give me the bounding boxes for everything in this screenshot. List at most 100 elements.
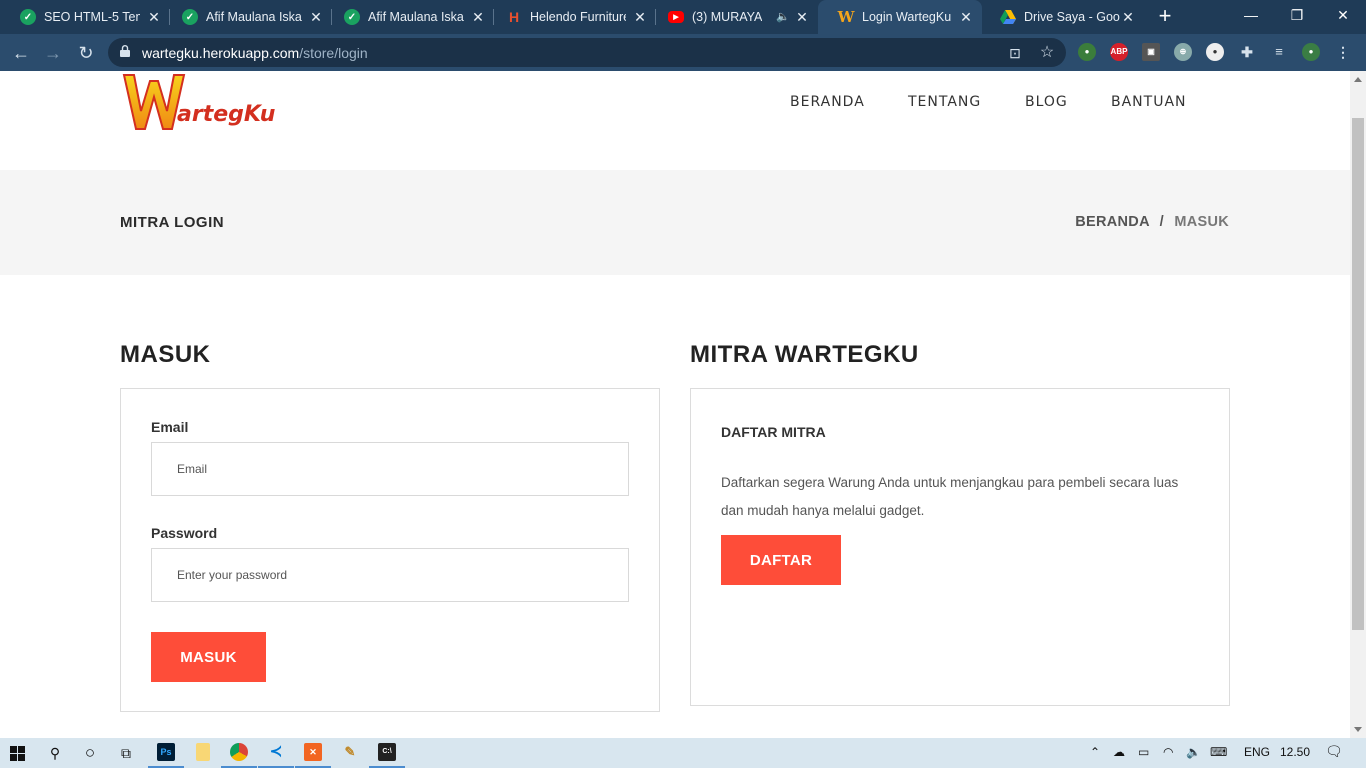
extensions-puzzle-icon[interactable]: ✚ <box>1238 43 1256 61</box>
nav-blog[interactable]: BLOG <box>1025 94 1068 110</box>
xampp-icon[interactable]: ✕ <box>295 743 331 768</box>
language-indicator[interactable]: ENG <box>1244 745 1270 759</box>
password-field[interactable] <box>151 548 629 602</box>
tab-login-wartegku[interactable]: W Login WartegKu ✕ <box>818 0 982 34</box>
battery-icon[interactable]: ▭ <box>1138 745 1149 759</box>
speaker-icon[interactable]: 🔈 <box>776 10 790 23</box>
bookmark-star-icon[interactable]: ☆ <box>1038 44 1056 62</box>
onedrive-cloud-icon[interactable]: ☁ <box>1113 745 1125 759</box>
partner-description-line2: dan mudah hanya melalui gadget. <box>721 503 925 518</box>
close-tab-icon[interactable]: ✕ <box>146 9 162 25</box>
nav-beranda[interactable]: BERANDA <box>790 94 865 110</box>
partner-subheading: DAFTAR MITRA <box>721 424 826 440</box>
chrome-icon[interactable] <box>221 743 257 768</box>
close-tab-icon[interactable]: ✕ <box>632 9 648 25</box>
tab-title: Afif Maulana Iskan <box>206 10 302 24</box>
breadcrumb-separator: / <box>1159 214 1164 230</box>
close-tab-icon[interactable]: ✕ <box>308 9 324 25</box>
volume-icon[interactable]: 🔈 <box>1186 745 1201 759</box>
close-tab-icon[interactable]: ✕ <box>470 9 486 25</box>
page-title: MITRA LOGIN <box>120 214 225 231</box>
keyboard-icon[interactable]: ⌨ <box>1210 745 1227 759</box>
svg-text:artegKu: artegKu <box>177 102 275 127</box>
google-drive-icon <box>1000 9 1016 25</box>
scroll-up-icon[interactable] <box>1354 77 1362 82</box>
tab-google-drive[interactable]: Drive Saya - Googl ✕ <box>980 0 1144 34</box>
tab-title: Login WartegKu <box>862 10 952 24</box>
tab-youtube[interactable]: ▶ (3) MURAYAM 🔈 ✕ <box>648 0 818 34</box>
url-host: wartegku.herokuapp.com <box>142 45 300 61</box>
daftar-button[interactable]: DAFTAR <box>721 535 841 585</box>
photoshop-icon[interactable]: Ps <box>148 743 184 768</box>
scroll-down-icon[interactable] <box>1354 727 1362 732</box>
page-title-band: MITRA LOGIN BERANDA / MASUK <box>0 170 1350 275</box>
show-hidden-icons-icon[interactable]: ⌃ <box>1090 745 1100 759</box>
green-check-icon: ✓ <box>182 9 198 25</box>
partner-description-line1: Daftarkan segera Warung Anda untuk menja… <box>721 475 1179 490</box>
close-tab-icon[interactable]: ✕ <box>958 9 974 25</box>
nav-tentang[interactable]: TENTANG <box>908 94 981 110</box>
reload-icon[interactable]: ↻ <box>75 42 97 64</box>
tab-title: Afif Maulana Iskan <box>368 10 464 24</box>
profile-avatar-icon[interactable]: ● <box>1302 43 1320 61</box>
login-heading: MASUK <box>120 341 211 368</box>
browser-toolbar: ← → ↻ wartegku.herokuapp.com/store/login… <box>0 34 1366 71</box>
partner-heading: MITRA WARTEGKU <box>690 341 919 368</box>
login-form: Email Password MASUK <box>120 388 660 712</box>
breadcrumb-home[interactable]: BERANDA <box>1075 214 1149 230</box>
partner-card: DAFTAR MITRA Daftarkan segera Warung And… <box>690 388 1230 706</box>
browser-tab-strip: ✓ SEO HTML-5 Temp ✕ ✓ Afif Maulana Iskan… <box>0 0 1366 34</box>
paint-icon[interactable]: ✎ <box>341 743 359 761</box>
back-arrow-icon[interactable]: ← <box>10 42 32 64</box>
minimize-icon[interactable]: — <box>1228 0 1274 32</box>
scrollbar-thumb[interactable] <box>1352 118 1364 630</box>
adblock-plus-icon[interactable]: ABP <box>1110 43 1128 61</box>
forward-arrow-icon[interactable]: → <box>42 42 64 64</box>
helendo-icon: H <box>508 9 520 25</box>
wartegku-logo[interactable]: artegKu <box>121 71 281 133</box>
tab-afif-1[interactable]: ✓ Afif Maulana Iskan ✕ <box>162 0 332 34</box>
lock-icon <box>120 45 130 57</box>
partner-description: Daftarkan segera Warung Anda untuk menja… <box>721 469 1201 525</box>
close-tab-icon[interactable]: ✕ <box>1120 9 1136 25</box>
nav-bantuan[interactable]: BANTUAN <box>1111 94 1187 110</box>
windows-start-icon[interactable] <box>10 746 25 761</box>
tab-afif-2[interactable]: ✓ Afif Maulana Iskan ✕ <box>324 0 494 34</box>
tab-title: SEO HTML-5 Temp <box>44 10 140 24</box>
page-scrollbar[interactable] <box>1350 71 1366 738</box>
address-bar[interactable]: wartegku.herokuapp.com/store/login ⊡ ☆ <box>108 38 1066 67</box>
tab-seo-html[interactable]: ✓ SEO HTML-5 Temp ✕ <box>0 0 170 34</box>
media-queue-icon[interactable]: ≡ <box>1270 43 1288 61</box>
browser-menu-icon[interactable]: ⋮ <box>1334 43 1352 61</box>
clock[interactable]: 12.50 <box>1280 745 1310 759</box>
restore-window-icon[interactable]: ❐ <box>1274 0 1320 32</box>
green-check-icon: ✓ <box>344 9 360 25</box>
search-icon[interactable]: ⚲ <box>45 743 65 763</box>
wifi-icon[interactable]: ◠ <box>1163 745 1173 759</box>
wartegku-icon: W <box>837 8 855 26</box>
email-field[interactable] <box>151 442 629 496</box>
url-text: wartegku.herokuapp.com/store/login <box>142 45 368 61</box>
close-window-icon[interactable]: ✕ <box>1320 0 1366 32</box>
breadcrumb: BERANDA / MASUK <box>1075 214 1229 230</box>
breadcrumb-current: MASUK <box>1174 214 1229 230</box>
url-path: /store/login <box>299 45 368 61</box>
vscode-icon[interactable]: ≺ <box>258 743 294 768</box>
new-tab-button[interactable]: + <box>1153 5 1177 29</box>
extension-globe-icon[interactable]: ● <box>1078 43 1096 61</box>
green-check-icon: ✓ <box>20 9 36 25</box>
extension-world-icon[interactable]: ⊕ <box>1174 43 1192 61</box>
translate-icon[interactable]: ⊡ <box>1006 44 1024 62</box>
file-explorer-icon[interactable] <box>196 743 210 761</box>
extension-screen-icon[interactable]: ▣ <box>1142 43 1160 61</box>
task-view-icon[interactable]: ⧉ <box>116 743 136 763</box>
notifications-icon[interactable]: 🗨 <box>1325 743 1343 760</box>
email-label: Email <box>151 419 189 435</box>
cortana-icon[interactable]: ○ <box>80 743 100 763</box>
windows-taskbar: ⚲ ○ ⧉ Ps ≺ ✕ ✎ C:\ ⌃ ☁ ▭ ◠ 🔈 ⌨ ENG 12.50… <box>0 738 1366 768</box>
command-prompt-icon[interactable]: C:\ <box>369 743 405 768</box>
masuk-button[interactable]: MASUK <box>151 632 266 682</box>
extension-counter-icon[interactable]: ● <box>1206 43 1224 61</box>
tab-helendo[interactable]: H Helendo Furniture ✕ <box>486 0 656 34</box>
close-tab-icon[interactable]: ✕ <box>794 9 810 25</box>
